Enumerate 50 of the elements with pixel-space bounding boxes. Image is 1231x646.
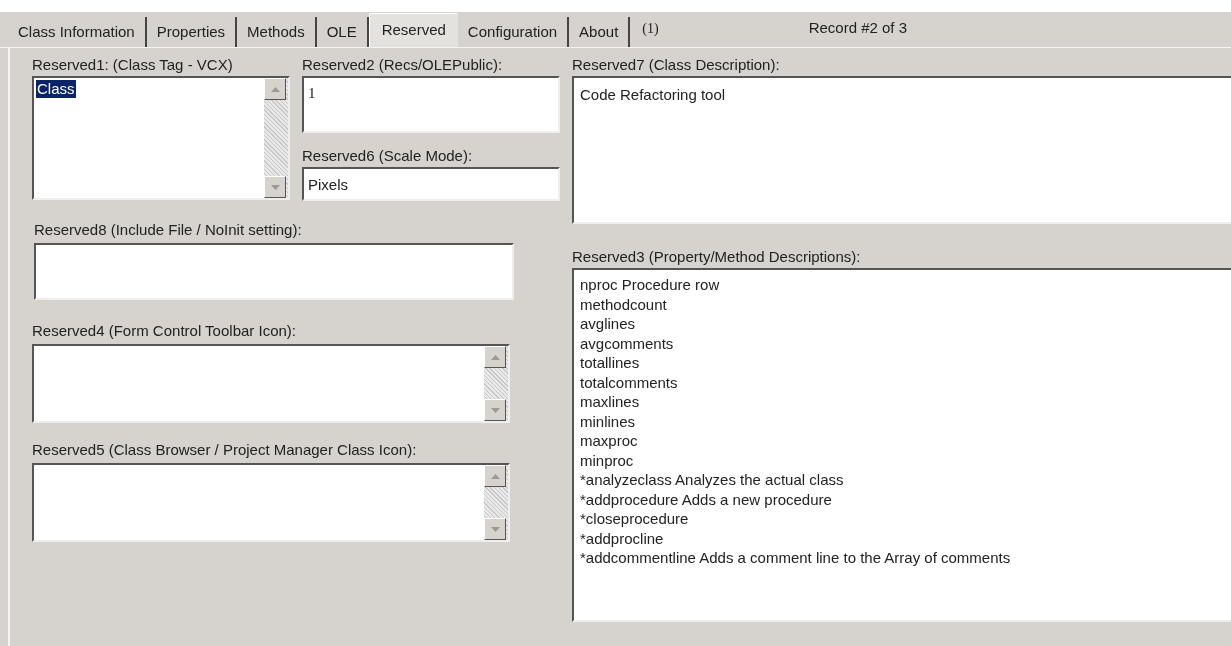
field-label: Reserved2 (Recs/OLEPublic): xyxy=(302,56,504,74)
text-area[interactable] xyxy=(572,268,1231,622)
text-area[interactable]: Code Refactoring tool xyxy=(572,76,1231,224)
tab[interactable]: Reserved xyxy=(368,13,458,47)
text-line: *addprocline xyxy=(580,528,664,548)
scroll-up-button[interactable] xyxy=(484,465,506,487)
text-line: *addcommentline Adds a comment line to the Array of comments xyxy=(580,548,1011,568)
scroll-down-button[interactable] xyxy=(484,518,506,540)
field-label: Reserved3 (Property/Method Descriptions): xyxy=(572,248,862,266)
scrollbar[interactable] xyxy=(264,78,288,198)
tab-note: (1) xyxy=(642,20,659,38)
scrollbar[interactable] xyxy=(484,465,508,540)
triangle-up-icon xyxy=(490,354,500,360)
text-field[interactable]: 1 xyxy=(302,76,560,133)
text-line: totalcomments xyxy=(580,372,678,392)
triangle-down-icon xyxy=(490,407,500,413)
field-label: Reserved8 (Include File / NoInit setting): xyxy=(34,221,303,239)
list-box[interactable]: Class xyxy=(32,76,290,200)
field-label: Reserved6 (Scale Mode): xyxy=(302,147,474,165)
text-area[interactable] xyxy=(32,344,510,423)
record-indicator: Record #2 of 3 xyxy=(808,17,908,38)
scrollbar[interactable] xyxy=(484,346,508,421)
text-field[interactable]: Pixels xyxy=(302,167,560,201)
scroll-up-button[interactable] xyxy=(484,346,506,368)
text-line: maxlines xyxy=(580,392,640,412)
field-label: Reserved5 (Class Browser / Project Manager Class Icon): xyxy=(32,441,418,459)
scroll-down-button[interactable] xyxy=(484,399,506,421)
text-line: *analyzeclass Analyzes the actual class xyxy=(580,470,844,490)
text-line: nproc Procedure row xyxy=(580,275,720,295)
list-item[interactable]: Class xyxy=(36,80,76,98)
text-field[interactable] xyxy=(34,243,514,300)
text-line: totallines xyxy=(580,353,640,373)
scroll-down-button[interactable] xyxy=(264,176,286,198)
text-line: minproc xyxy=(580,450,634,470)
triangle-up-icon xyxy=(490,473,500,479)
field-label: Reserved4 (Form Control Toolbar Icon): xyxy=(32,322,297,340)
text-line: methodcount xyxy=(580,294,667,314)
text-line: *closeprocedure xyxy=(580,509,689,529)
text-area[interactable] xyxy=(32,463,510,542)
text-line: avgcomments xyxy=(580,333,674,353)
text-line: *addprocedure Adds a new procedure xyxy=(580,489,832,509)
text-line: maxproc xyxy=(580,431,638,451)
field-label: Reserved1: (Class Tag - VCX) xyxy=(32,56,234,74)
triangle-down-icon xyxy=(270,184,280,190)
text-line: avglines xyxy=(580,314,636,334)
text-line: minlines xyxy=(580,411,636,431)
triangle-down-icon xyxy=(490,526,500,532)
triangle-up-icon xyxy=(270,86,280,92)
field-label: Reserved7 (Class Description): xyxy=(572,56,781,74)
scroll-up-button[interactable] xyxy=(264,78,286,100)
